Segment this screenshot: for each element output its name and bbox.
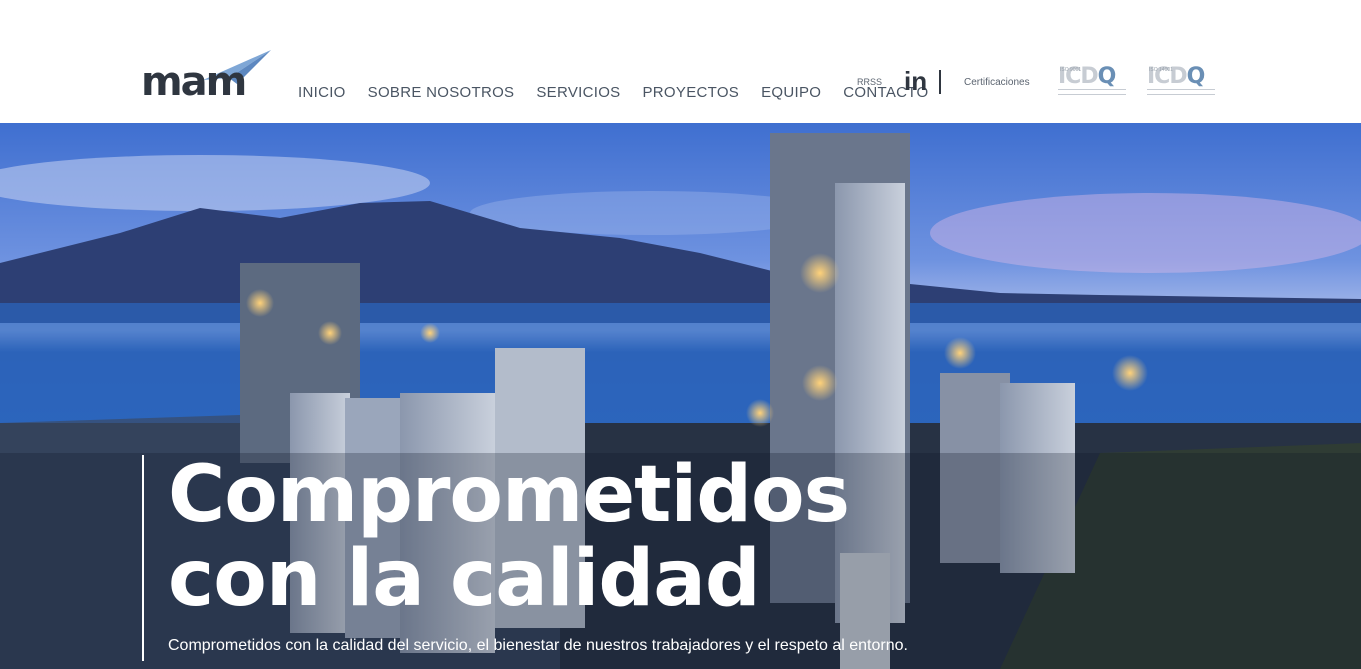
nav-item-proyectos[interactable]: PROYECTOS — [643, 83, 740, 103]
nav-item-equipo[interactable]: EQUIPO — [761, 83, 821, 103]
nav-item-inicio[interactable]: INICIO — [298, 83, 346, 103]
logo-wordmark: mam — [141, 59, 247, 105]
icdq-certification-logo[interactable]: ICDQ ISO 14001 — [1147, 64, 1215, 98]
main-nav: INICIO SOBRE NOSOTROS SERVICIOS PROYECTO… — [298, 83, 928, 103]
linkedin-icon[interactable]: in — [904, 66, 927, 96]
hero-accent-line — [142, 455, 144, 661]
hero-title: Comprometidos con la calidad — [168, 450, 850, 624]
cert-q: Q — [1097, 64, 1117, 89]
cert-q: Q — [1186, 64, 1206, 89]
header-divider — [939, 70, 941, 94]
nav-item-sobre-nosotros[interactable]: SOBRE NOSOTROS — [368, 83, 515, 103]
hero-title-line-2: con la calidad — [168, 534, 761, 624]
certifications-label: Certificaciones — [964, 77, 1030, 88]
site-header: mam INICIO SOBRE NOSOTROS SERVICIOS PROY… — [0, 0, 1361, 123]
cert-caption: ISO 14001 — [1149, 67, 1173, 73]
hero-banner: Comprometidos con la calidad Comprometid… — [0, 123, 1361, 669]
mam-logo[interactable]: mam — [141, 50, 271, 104]
hero-title-line-1: Comprometidos — [168, 450, 850, 540]
hero-subtitle: Comprometidos con la calidad del servici… — [168, 637, 908, 654]
nav-item-servicios[interactable]: SERVICIOS — [536, 83, 620, 103]
cert-caption: ISO 9001 — [1060, 67, 1082, 73]
icdq-certification-logo[interactable]: ICDQ ISO 9001 — [1058, 64, 1126, 98]
rrss-label: RRSS — [857, 77, 883, 87]
